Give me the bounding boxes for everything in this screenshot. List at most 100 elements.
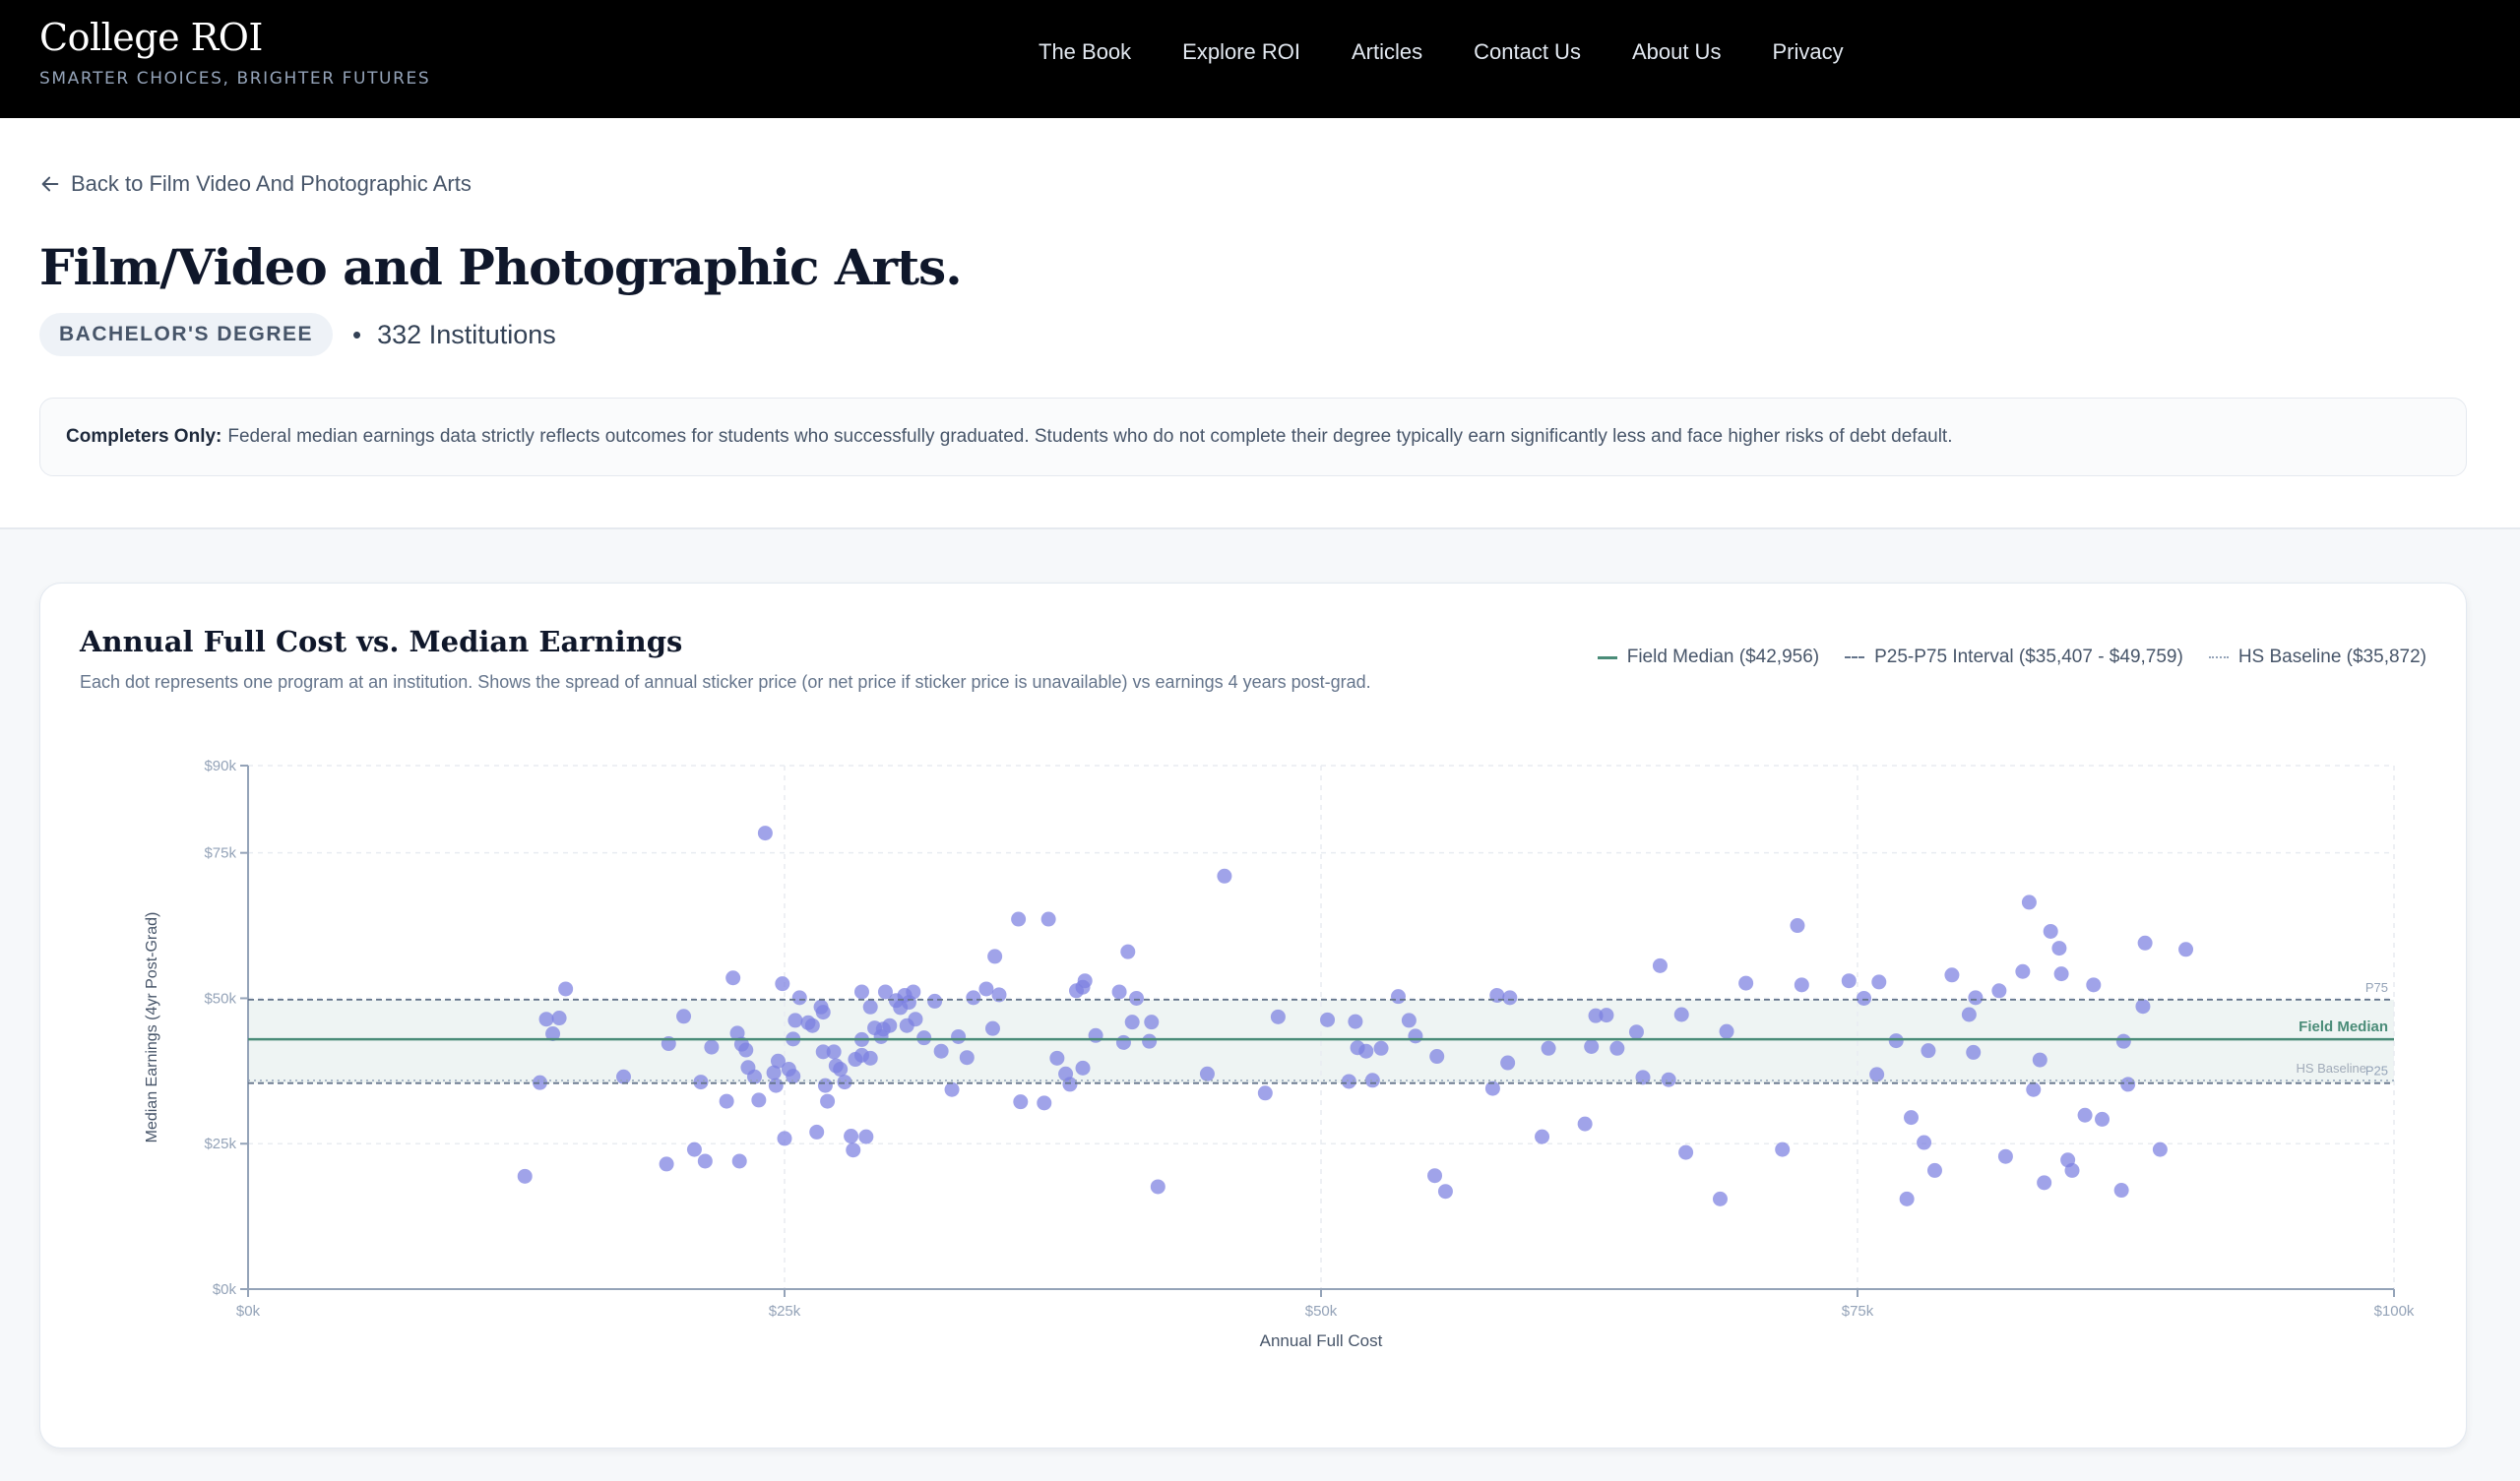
data-point	[1390, 989, 1406, 1005]
data-point	[2113, 1183, 2129, 1199]
data-point	[959, 1050, 975, 1066]
data-point	[2178, 942, 2194, 957]
data-point	[1144, 1015, 1160, 1030]
data-point	[1257, 1085, 1273, 1101]
data-point	[538, 1012, 554, 1027]
data-point	[1888, 1033, 1904, 1049]
data-point	[1401, 1013, 1417, 1028]
data-point	[777, 1131, 792, 1146]
data-point	[2135, 999, 2151, 1015]
data-point	[1584, 1039, 1600, 1055]
data-point	[817, 1078, 833, 1093]
nav-contact-us[interactable]: Contact Us	[1474, 37, 1581, 67]
back-link[interactable]: Back to Film Video And Photographic Arts	[39, 171, 472, 197]
data-point	[1088, 1027, 1103, 1043]
scatter-chart: $0k $25k $50k $75k $100k $0k $25k $50k $75k $90k A…	[144, 758, 2415, 1350]
data-point	[1142, 1033, 1158, 1049]
y-tick-label: $75k	[204, 845, 236, 862]
reference-label-p25: P25	[2365, 1064, 2388, 1079]
notice-label: Completers Only:	[66, 426, 222, 447]
degree-badge: BACHELOR'S DEGREE	[39, 313, 334, 356]
x-tick-label: $50k	[1305, 1303, 1338, 1320]
data-point	[1011, 911, 1027, 927]
data-point	[1673, 1007, 1689, 1022]
data-point	[1678, 1144, 1694, 1160]
data-point	[1541, 1040, 1556, 1056]
nav-the-book[interactable]: The Book	[1039, 37, 1131, 67]
data-point	[1373, 1040, 1389, 1056]
data-point	[809, 1124, 825, 1140]
data-point	[1609, 1040, 1625, 1056]
data-point	[1500, 1055, 1516, 1071]
data-point	[987, 949, 1003, 964]
data-point	[1968, 990, 1984, 1006]
nav-about-us[interactable]: About Us	[1632, 37, 1722, 67]
main-nav: The Book Explore ROI Articles Contact Us…	[1039, 37, 1895, 67]
data-point	[1871, 974, 1887, 990]
nav-articles[interactable]: Articles	[1352, 37, 1422, 67]
data-point	[916, 1030, 932, 1046]
completers-notice: Completers Only: Federal median earnings…	[39, 398, 2467, 476]
meta-separator: •	[352, 319, 362, 349]
back-link-label: Back to Film Video And Photographic Arts	[71, 171, 472, 196]
data-point	[686, 1142, 702, 1157]
data-point	[908, 1012, 923, 1027]
data-point	[1270, 1009, 1286, 1024]
data-point	[858, 1129, 874, 1144]
nav-privacy[interactable]: Privacy	[1772, 37, 1843, 67]
data-point	[1869, 1067, 1885, 1082]
data-point	[1049, 1050, 1065, 1066]
x-tick-label: $100k	[2374, 1303, 2415, 1320]
data-point	[1429, 1049, 1445, 1065]
data-point	[1738, 975, 1754, 991]
data-point	[978, 981, 994, 997]
data-point	[844, 1129, 859, 1144]
data-point	[804, 1018, 820, 1033]
arrow-left-icon	[41, 176, 59, 192]
data-point	[693, 1075, 709, 1090]
y-tick-label: $25k	[204, 1136, 236, 1152]
data-point	[1013, 1094, 1029, 1110]
data-point	[2037, 1175, 2052, 1191]
x-tick-label: $25k	[769, 1303, 801, 1320]
data-point	[2043, 923, 2058, 939]
data-point	[719, 1093, 734, 1109]
data-point	[791, 990, 807, 1006]
data-point	[1661, 1072, 1676, 1087]
data-point	[2152, 1142, 2168, 1157]
data-point	[1944, 967, 1960, 983]
chart-card: Annual Full Cost vs. Median Earnings Eac…	[39, 583, 2467, 1449]
data-point	[1997, 1148, 2013, 1164]
data-point	[1917, 1135, 1932, 1150]
data-point	[2015, 963, 2031, 979]
brand-name[interactable]: College ROI	[39, 14, 430, 61]
notice-text: Federal median earnings data strictly re…	[227, 426, 1953, 447]
brand-tagline: SMARTER CHOICES, BRIGHTER FUTURES	[39, 69, 431, 89]
data-point	[1124, 1015, 1140, 1030]
data-point	[1794, 977, 1809, 993]
data-point	[951, 1028, 967, 1044]
data-point	[1577, 1116, 1593, 1132]
data-point	[1899, 1191, 1915, 1206]
data-point	[1904, 1110, 1919, 1126]
data-point	[882, 1018, 898, 1033]
nav-explore-roi[interactable]: Explore ROI	[1182, 37, 1300, 67]
data-point	[833, 1062, 849, 1078]
data-point	[751, 1092, 767, 1108]
data-point	[1712, 1191, 1728, 1206]
data-point	[933, 1043, 949, 1059]
page-title: Film/Video and Photographic Arts.	[39, 238, 963, 296]
data-point	[1921, 1043, 1936, 1059]
data-point	[837, 1075, 852, 1090]
data-point	[738, 1042, 754, 1058]
data-point	[1926, 1162, 1942, 1178]
data-point	[775, 976, 790, 992]
data-point	[984, 1020, 1000, 1036]
data-point	[659, 1156, 674, 1172]
brand[interactable]: College ROI SMARTER CHOICES, BRIGHTER FU…	[39, 14, 430, 89]
data-point	[1199, 1066, 1215, 1081]
data-point	[927, 993, 943, 1009]
data-point	[826, 1044, 842, 1060]
data-point	[2120, 1077, 2136, 1092]
data-point	[966, 990, 981, 1006]
